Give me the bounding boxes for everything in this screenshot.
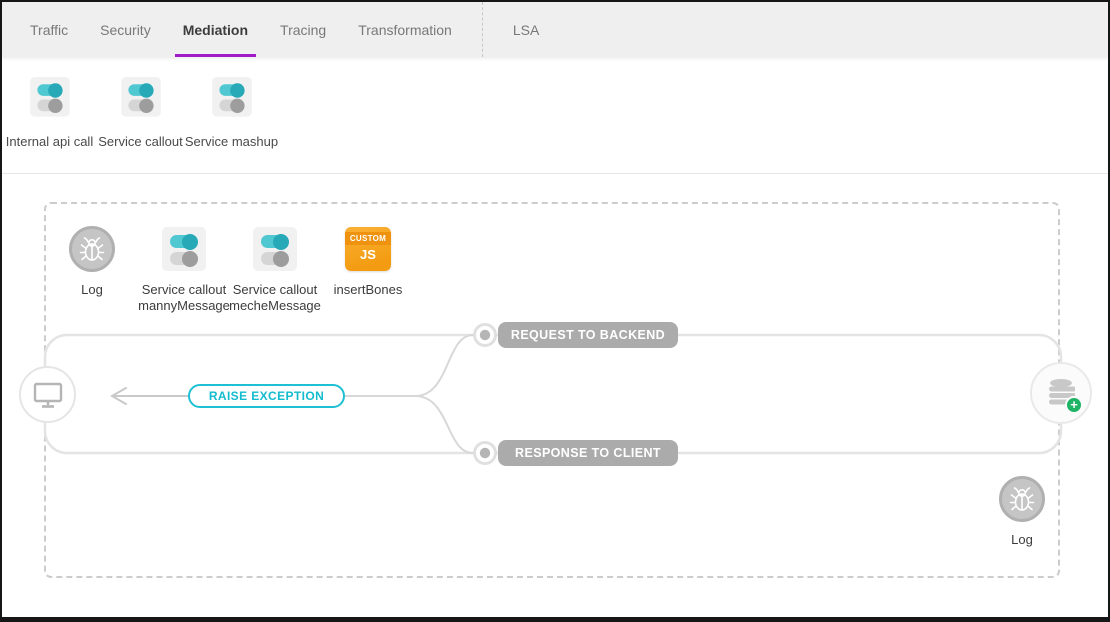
- tab-lsa[interactable]: LSA: [497, 2, 555, 57]
- mediation-canvas: + REQUEST TO BACKEND RESPONSE TO CLIENT …: [2, 174, 1108, 617]
- palette-item-label: Internal api call: [6, 134, 93, 149]
- tab-transformation[interactable]: Transformation: [342, 2, 468, 57]
- log-policy-icon: [69, 226, 115, 272]
- custom-js-badge-top: CUSTOM: [345, 232, 391, 245]
- tab-separator: [482, 2, 483, 57]
- toggle-switch-icon: [212, 77, 252, 117]
- policy-label-line2: mecheMessage: [229, 298, 321, 313]
- client-endpoint[interactable]: [19, 366, 76, 423]
- fork-connector: [345, 335, 473, 453]
- palette-item-service-callout[interactable]: Service callout: [95, 77, 186, 173]
- policy-label-log-bottom: Log: [982, 532, 1062, 548]
- palette-item-label: Service callout: [98, 134, 183, 149]
- tab-traffic[interactable]: Traffic: [14, 2, 84, 57]
- custom-js-icon: CUSTOM JS: [345, 227, 391, 271]
- request-node-circle: [475, 325, 496, 346]
- add-backend-icon[interactable]: +: [1065, 396, 1083, 414]
- policy-palette: Internal api call Service callout Servic…: [2, 57, 1108, 174]
- tab-security[interactable]: Security: [84, 2, 167, 57]
- tab-bar: Traffic Security Mediation Tracing Trans…: [2, 2, 1108, 57]
- bug-icon: [79, 235, 105, 263]
- palette-item-service-mashup[interactable]: Service mashup: [186, 77, 277, 173]
- toggle-switch-icon: [253, 227, 297, 271]
- custom-js-badge-bottom: JS: [360, 247, 376, 262]
- policy-log-top[interactable]: [69, 226, 115, 272]
- toggle-switch-icon: [121, 77, 161, 117]
- backend-endpoint[interactable]: +: [1030, 362, 1092, 424]
- policy-label-insert-bones: insertBones: [318, 282, 418, 298]
- log-policy-icon: [999, 476, 1045, 522]
- tab-tracing[interactable]: Tracing: [264, 2, 342, 57]
- response-to-client-label[interactable]: RESPONSE TO CLIENT: [498, 440, 678, 466]
- palette-item-label: Service mashup: [185, 134, 278, 149]
- tab-mediation[interactable]: Mediation: [167, 2, 264, 57]
- raise-exception-connector: [112, 388, 188, 404]
- policy-service-callout-meche[interactable]: [253, 227, 297, 271]
- policy-label-line1: Service callout: [142, 282, 227, 297]
- toggle-switch-icon: [162, 227, 206, 271]
- bug-icon: [1009, 485, 1035, 513]
- request-to-backend-label[interactable]: REQUEST TO BACKEND: [498, 322, 678, 348]
- policy-label-line2: mannyMessage: [138, 298, 230, 313]
- policy-label-log-top: Log: [52, 282, 132, 298]
- palette-item-internal-api-call[interactable]: Internal api call: [4, 77, 95, 173]
- policy-insert-bones[interactable]: CUSTOM JS: [345, 227, 391, 271]
- monitor-icon: [31, 380, 65, 410]
- policy-label-line1: Service callout: [233, 282, 318, 297]
- toggle-switch-icon: [30, 77, 70, 117]
- policy-log-bottom[interactable]: [999, 476, 1045, 522]
- policy-service-callout-manny[interactable]: [162, 227, 206, 271]
- app-window: Traffic Security Mediation Tracing Trans…: [0, 0, 1110, 622]
- policy-label-callout-meche: Service callout mecheMessage: [220, 282, 330, 314]
- raise-exception-button[interactable]: RAISE EXCEPTION: [188, 384, 345, 408]
- response-node-circle: [475, 443, 496, 464]
